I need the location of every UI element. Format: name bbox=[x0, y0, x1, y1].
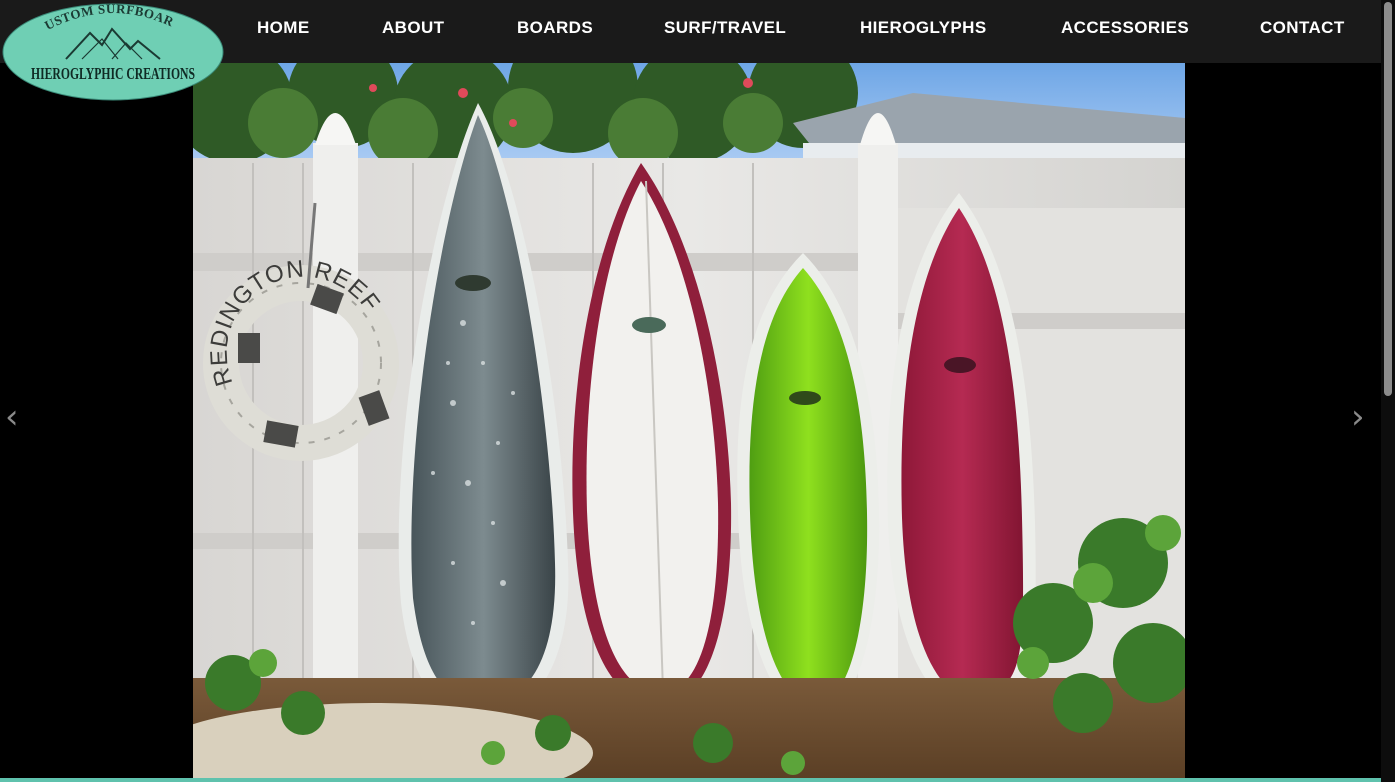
scrollbar-thumb[interactable] bbox=[1384, 2, 1392, 396]
nav-home[interactable]: HOME bbox=[257, 18, 310, 38]
main-nav: HOME ABOUT BOARDS SURF/TRAVEL HIEROGLYPH… bbox=[220, 0, 1381, 56]
site-logo[interactable]: CUSTOM SURFBOARDS HIEROGLYPHIC CREATIONS bbox=[2, 3, 224, 101]
page: HOME ABOUT BOARDS SURF/TRAVEL HIEROGLYPH… bbox=[0, 0, 1395, 782]
footer-accent-strip bbox=[0, 778, 1381, 782]
nav-boards[interactable]: BOARDS bbox=[517, 18, 593, 38]
slider-prev-icon[interactable]: ‹ bbox=[5, 400, 19, 434]
nav-about[interactable]: ABOUT bbox=[382, 18, 444, 38]
nav-contact[interactable]: CONTACT bbox=[1260, 18, 1345, 38]
nav-surf-travel[interactable]: SURF/TRAVEL bbox=[664, 18, 786, 38]
nav-accessories[interactable]: ACCESSORIES bbox=[1061, 18, 1189, 38]
logo-bottom-text: HIEROGLYPHIC CREATIONS bbox=[31, 64, 195, 83]
hero-image: REDINGTON REEF bbox=[193, 63, 1185, 778]
slider-next-icon[interactable]: › bbox=[1351, 400, 1365, 434]
nav-hieroglyphs[interactable]: HIEROGLYPHS bbox=[860, 18, 987, 38]
